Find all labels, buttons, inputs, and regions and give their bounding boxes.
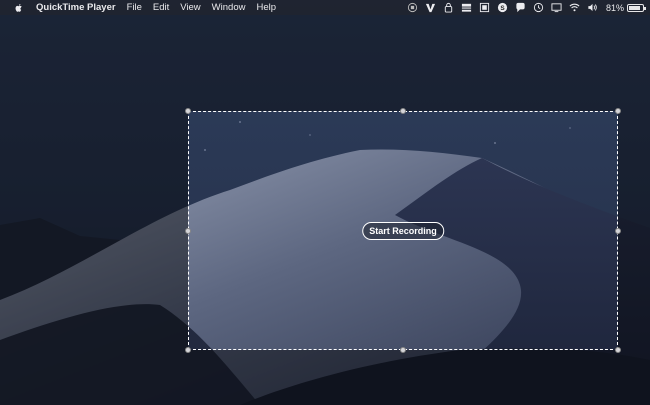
start-recording-button[interactable]: Start Recording	[362, 222, 444, 240]
resize-handle-left[interactable]	[185, 228, 191, 234]
battery-level-fill	[629, 5, 640, 10]
resize-handle-top-right[interactable]	[615, 108, 621, 114]
battery-percent[interactable]: 81%	[606, 3, 624, 13]
menu-bar: QuickTime Player File Edit View Window H…	[0, 0, 650, 15]
resize-handle-top[interactable]	[400, 108, 406, 114]
wifi-icon[interactable]	[569, 2, 580, 13]
resize-handle-bottom-left[interactable]	[185, 347, 191, 353]
time-machine-icon[interactable]	[533, 2, 544, 13]
skype-icon[interactable]: S	[497, 2, 508, 13]
apple-menu-icon[interactable]	[13, 2, 24, 13]
theater-icon[interactable]	[461, 2, 472, 13]
menu-help[interactable]: Help	[256, 2, 276, 13]
menu-window[interactable]: Window	[212, 2, 246, 13]
dim-overlay-left	[0, 111, 188, 350]
menu-file[interactable]: File	[127, 2, 142, 13]
status-area: S 81%	[400, 0, 646, 15]
dim-overlay-right	[618, 111, 650, 350]
resize-handle-bottom[interactable]	[400, 347, 406, 353]
display-icon[interactable]	[551, 2, 562, 13]
dim-overlay-top	[0, 15, 650, 111]
menu-edit[interactable]: Edit	[153, 2, 169, 13]
menu-view[interactable]: View	[180, 2, 200, 13]
app-menu[interactable]: QuickTime Player	[36, 2, 116, 13]
record-stop-icon[interactable]	[407, 2, 418, 13]
battery-icon[interactable]	[627, 3, 646, 12]
resize-handle-right[interactable]	[615, 228, 621, 234]
vectorize-icon[interactable]	[425, 2, 436, 13]
lock-icon[interactable]	[443, 2, 454, 13]
resize-handle-bottom-right[interactable]	[615, 347, 621, 353]
volume-icon[interactable]	[587, 2, 598, 13]
chat-icon[interactable]	[515, 2, 526, 13]
filesafe-icon[interactable]	[479, 2, 490, 13]
dim-overlay-bottom	[0, 350, 650, 405]
svg-text:S: S	[500, 5, 505, 12]
resize-handle-top-left[interactable]	[185, 108, 191, 114]
desktop: QuickTime Player File Edit View Window H…	[0, 0, 650, 405]
